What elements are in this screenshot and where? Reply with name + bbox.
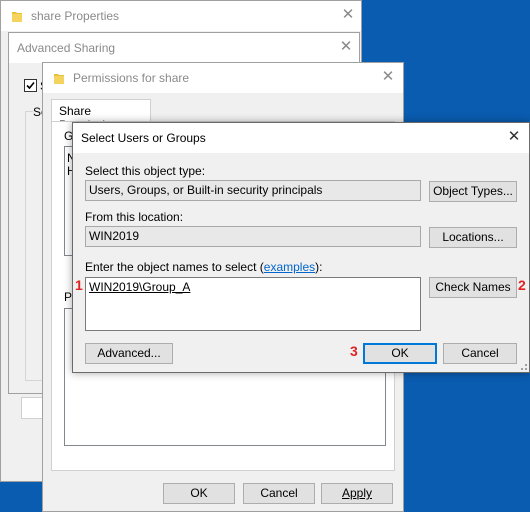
object-type-label: Select this object type: [85, 164, 206, 178]
step-marker-2: 2 [518, 277, 526, 293]
permissions-titlebar: Permissions for share ✕ [43, 63, 403, 93]
advanced-sharing-title: Advanced Sharing [17, 41, 116, 55]
apply-button[interactable]: Apply [321, 483, 393, 504]
share-properties-title: share Properties [31, 9, 120, 23]
object-names-value: WIN2019\Group_A [89, 280, 191, 294]
cancel-button[interactable]: Cancel [443, 343, 517, 364]
object-types-button[interactable]: Object Types... [429, 181, 517, 202]
apply-button-label: Apply [341, 486, 373, 500]
locations-button[interactable]: Locations... [429, 227, 517, 248]
object-names-label: Enter the object names to select (exampl… [85, 260, 322, 274]
close-icon[interactable]: ✕ [379, 68, 397, 86]
object-names-input[interactable]: WIN2019\Group_A [85, 277, 421, 331]
share-checkbox[interactable] [24, 79, 37, 92]
ok-button[interactable]: OK [363, 343, 437, 364]
share-properties-bottom-area [21, 397, 43, 419]
location-field: WIN2019 [85, 226, 421, 247]
object-type-field: Users, Groups, or Built-in security prin… [85, 180, 421, 201]
permissions-title: Permissions for share [73, 71, 190, 85]
close-icon[interactable]: ✕ [505, 128, 523, 146]
tab-share-permissions[interactable]: Share Permissions [51, 99, 151, 132]
advanced-button[interactable]: Advanced... [85, 343, 173, 364]
folder-icon [54, 74, 64, 84]
select-users-titlebar: Select Users or Groups ✕ [73, 123, 529, 153]
select-users-title: Select Users or Groups [81, 131, 206, 145]
advanced-sharing-titlebar: Advanced Sharing ✕ [9, 33, 359, 63]
ok-button[interactable]: OK [163, 483, 235, 504]
step-marker-1: 1 [75, 277, 83, 293]
object-names-label-suffix: ): [315, 260, 323, 274]
share-properties-titlebar: share Properties ✕ [1, 1, 361, 31]
desktop: { "share_properties": { "title": "share … [0, 0, 530, 512]
object-names-label-prefix: Enter the object names to select ( [85, 260, 264, 274]
examples-link[interactable]: examples [264, 260, 315, 274]
location-label: From this location: [85, 210, 184, 224]
check-names-button[interactable]: Check Names [429, 277, 517, 298]
close-icon[interactable]: ✕ [337, 38, 355, 56]
close-icon[interactable]: ✕ [339, 6, 357, 24]
cancel-button[interactable]: Cancel [243, 483, 315, 504]
step-marker-3: 3 [350, 343, 358, 359]
checkbox-checked-icon [26, 81, 35, 90]
select-users-window: Select Users or Groups ✕ Select this obj… [72, 122, 530, 373]
resize-grip-icon[interactable] [518, 361, 528, 371]
folder-icon [12, 12, 22, 22]
